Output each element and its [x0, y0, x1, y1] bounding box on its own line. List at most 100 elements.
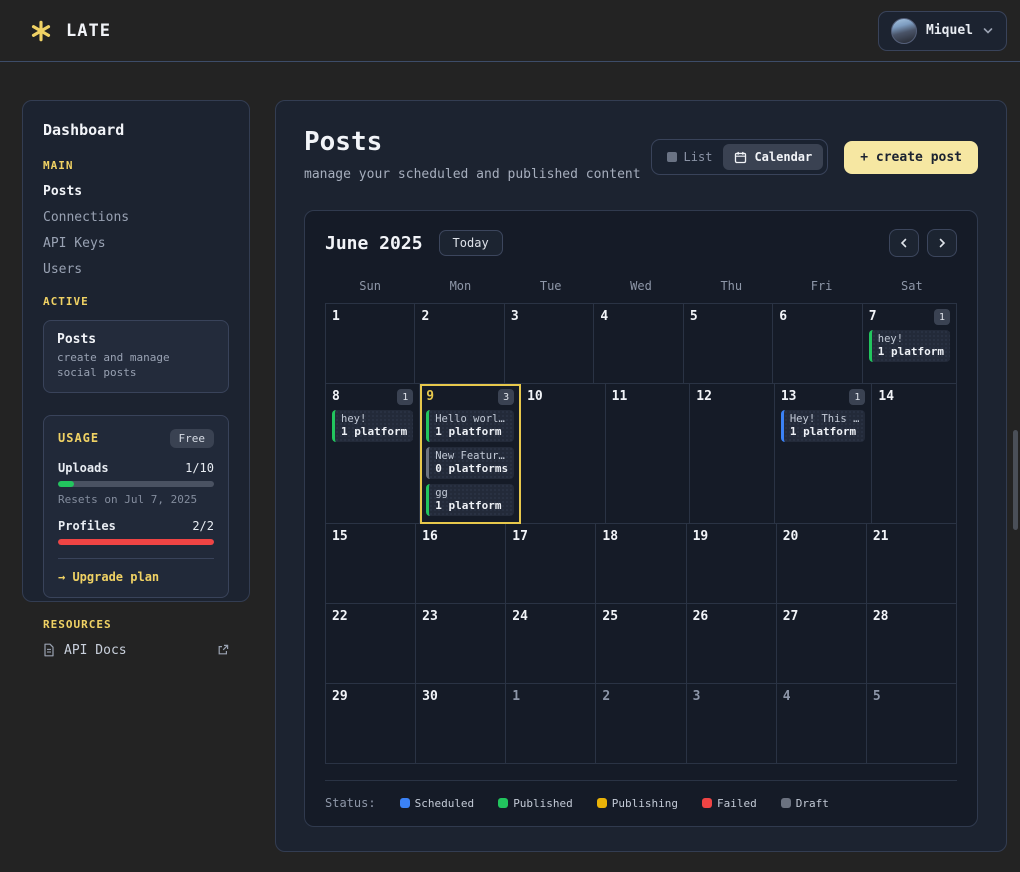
meter-value: 1/10: [185, 460, 214, 475]
usage-meter-row: Uploads 1/10: [58, 461, 214, 475]
day-event-count-badge: 1: [934, 309, 950, 325]
calendar-day-20[interactable]: 20: [776, 524, 867, 604]
calendar-day-2[interactable]: 2: [596, 684, 687, 764]
sidebar-item-connections[interactable]: Connections: [43, 210, 229, 225]
legend-item-label: Publishing: [611, 796, 679, 810]
day-number: 17: [512, 529, 528, 544]
calendar-day-19[interactable]: 19: [686, 524, 777, 604]
api-docs-label: API Docs: [64, 642, 127, 658]
calendar-day-18[interactable]: 18: [596, 524, 687, 604]
day-number: 12: [696, 389, 712, 404]
calendar-icon: [735, 151, 747, 163]
calendar-day-4[interactable]: 4: [776, 684, 867, 764]
list-icon: [666, 152, 677, 162]
chevron-left-icon: [900, 238, 907, 248]
status-legend: Status: Scheduled Published Publishing Fail…: [325, 780, 957, 810]
create-post-button[interactable]: + create post: [844, 140, 978, 174]
calendar-day-13[interactable]: 13 1 Hey! This … 1 platform: [774, 384, 873, 524]
calendar-day-1[interactable]: 1: [506, 684, 597, 764]
upgrade-plan-link[interactable]: → Upgrade plan: [58, 570, 214, 584]
event-title: hey!: [341, 413, 367, 425]
event-chip[interactable]: gg 1 platform: [426, 484, 515, 516]
calendar-day-2[interactable]: 2: [415, 304, 505, 384]
calendar-day-3[interactable]: 3: [686, 684, 777, 764]
day-number: 16: [422, 529, 438, 544]
event-chip[interactable]: Hey! This … 1 platform: [780, 410, 866, 442]
event-chip[interactable]: hey! 1 platform: [332, 410, 414, 442]
day-number: 20: [782, 529, 799, 544]
user-menu-button[interactable]: Miquel: [878, 10, 1007, 51]
day-number: 25: [602, 609, 619, 624]
calendar-day-3[interactable]: 3: [504, 304, 595, 384]
day-number: 26: [692, 609, 709, 624]
calendar-day-7[interactable]: 7 1 hey! 1 platform: [862, 304, 957, 384]
meter-label: Uploads: [58, 460, 109, 475]
next-month-button[interactable]: [927, 229, 957, 257]
meter-value: 2/2: [192, 518, 214, 533]
calendar-view-button[interactable]: Calendar: [723, 144, 824, 170]
calendar-day-14[interactable]: 14: [872, 384, 957, 524]
day-number: 3: [510, 309, 519, 324]
calendar-day-29[interactable]: 29: [326, 684, 417, 764]
day-number: 3: [692, 689, 701, 704]
event-title: gg: [435, 487, 448, 499]
today-button[interactable]: Today: [438, 230, 503, 256]
calendar-day-10[interactable]: 10: [521, 384, 606, 524]
calendar-day-28[interactable]: 28: [866, 604, 957, 684]
calendar-day-21[interactable]: 21: [866, 524, 957, 604]
external-link-icon: [218, 644, 229, 655]
calendar-day-24[interactable]: 24: [506, 604, 597, 684]
calendar-day-22[interactable]: 22: [326, 604, 417, 684]
calendar-week-row: 22 23 24 25 26 27 28: [326, 604, 957, 684]
calendar-day-1[interactable]: 1: [326, 304, 416, 384]
weekday-header: Sat: [901, 279, 923, 293]
asterisk-logo-icon: [31, 20, 51, 41]
legend-item-publishing: Publishing: [596, 796, 679, 810]
list-view-button[interactable]: List: [656, 144, 724, 170]
day-number: 14: [878, 389, 895, 404]
event-chip[interactable]: hey! 1 platform: [868, 330, 950, 362]
calendar-day-11[interactable]: 11: [605, 384, 691, 524]
meter-progress-track: [58, 538, 214, 545]
calendar-day-5[interactable]: 5: [683, 304, 774, 384]
calendar-day-12[interactable]: 12: [690, 384, 775, 524]
day-number: 23: [422, 609, 438, 624]
active-posts-card[interactable]: Posts create and manage social posts: [43, 320, 229, 393]
calendar-day-27[interactable]: 27: [776, 604, 867, 684]
day-number: 22: [332, 609, 348, 624]
calendar-day-15[interactable]: 15: [326, 524, 417, 604]
calendar-day-9[interactable]: 9 3 Hello worl… 1 platform New Featur… 0 plat…: [420, 384, 522, 524]
day-number: 9: [426, 389, 435, 404]
api-docs-link[interactable]: API Docs: [43, 643, 229, 658]
calendar-day-23[interactable]: 23: [416, 604, 507, 684]
sidebar-item-posts[interactable]: Posts: [43, 184, 229, 199]
event-platform-count: 0 platforms: [435, 462, 509, 475]
calendar-week-row: 1 2 3 4 5 6 7 1 hey! 1 platform: [326, 304, 957, 384]
day-number: 11: [611, 389, 628, 404]
calendar-day-26[interactable]: 26: [686, 604, 777, 684]
legend-label: Status:: [325, 796, 376, 810]
sidebar-item-users[interactable]: Users: [43, 262, 229, 277]
day-number: 28: [872, 609, 889, 624]
calendar-day-16[interactable]: 16: [416, 524, 507, 604]
calendar-day-17[interactable]: 17: [506, 524, 597, 604]
event-chip[interactable]: Hello worl… 1 platform: [426, 410, 515, 442]
active-card-title: Posts: [57, 332, 97, 347]
event-chip[interactable]: New Featur… 0 platforms: [426, 447, 515, 479]
calendar-week-row: 29 30 1 2 3 4 5: [326, 684, 957, 764]
scrollbar-thumb[interactable]: [1013, 430, 1018, 530]
meter-progress-fill: [58, 480, 74, 487]
calendar-day-5[interactable]: 5: [866, 684, 957, 764]
prev-month-button[interactable]: [889, 229, 919, 257]
active-section-label: ACTIVE: [43, 295, 89, 308]
day-number: 1: [512, 689, 521, 704]
day-number: 15: [332, 529, 348, 544]
calendar-day-8[interactable]: 8 1 hey! 1 platform: [326, 384, 421, 524]
calendar-day-25[interactable]: 25: [596, 604, 687, 684]
usage-meter-row: Profiles 2/2: [58, 519, 214, 533]
user-name: Miquel: [926, 23, 973, 38]
sidebar-item-api-keys[interactable]: API Keys: [43, 236, 229, 251]
calendar-day-6[interactable]: 6: [773, 304, 863, 384]
calendar-day-4[interactable]: 4: [594, 304, 684, 384]
calendar-day-30[interactable]: 30: [416, 684, 507, 764]
